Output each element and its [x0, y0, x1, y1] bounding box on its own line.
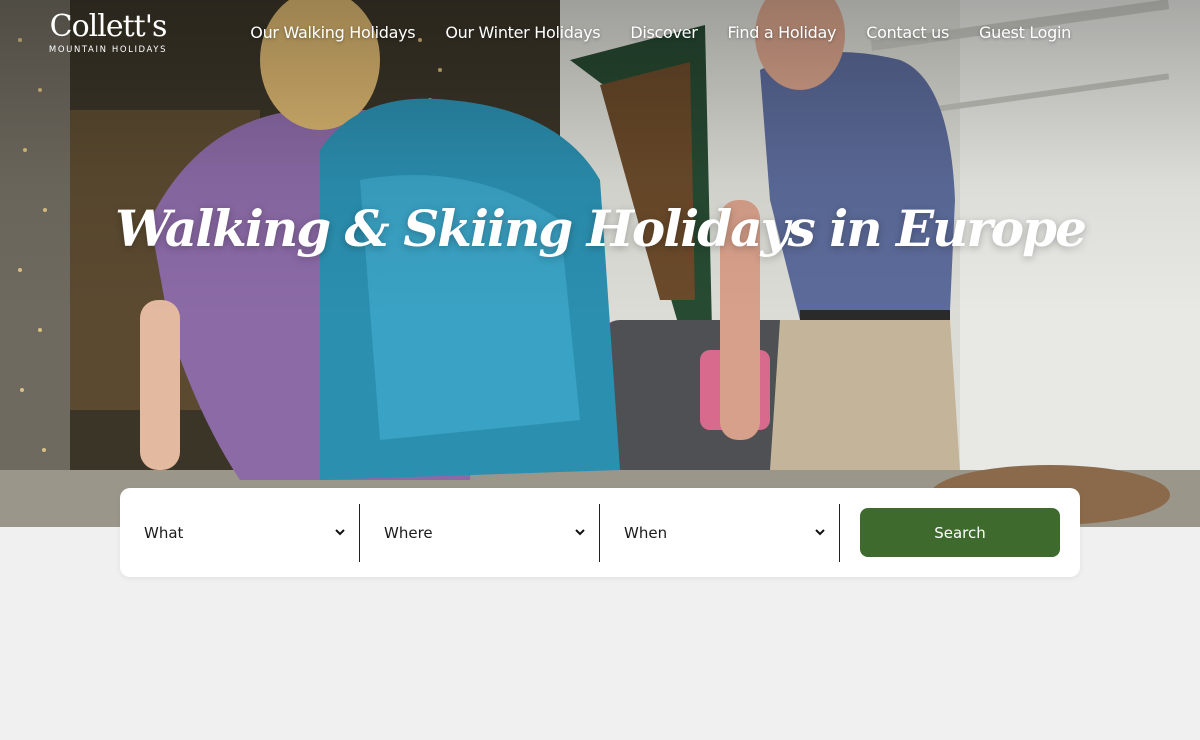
what-select[interactable]: What [120, 503, 360, 562]
nav-contact-us[interactable]: Contact us [866, 23, 949, 43]
hero-overlay [0, 0, 1200, 527]
when-select[interactable]: When [600, 503, 840, 562]
chevron-down-icon [335, 528, 345, 538]
nav-find-a-holiday[interactable]: Find a Holiday [728, 23, 837, 43]
logo-wordmark: Collett's [49, 9, 168, 44]
holiday-search-bar: What Where When Search [120, 488, 1080, 577]
nav-discover[interactable]: Discover [630, 23, 697, 43]
nav-guest-login[interactable]: Guest Login [979, 23, 1071, 43]
when-select-label: When [624, 523, 668, 542]
what-select-label: What [144, 523, 184, 542]
hero-banner: Collett's MOUNTAIN HOLIDAYS Our Walking … [0, 0, 1200, 527]
nav-our-winter-holidays[interactable]: Our Winter Holidays [445, 23, 600, 43]
where-select[interactable]: Where [360, 503, 600, 562]
logo-tagline: MOUNTAIN HOLIDAYS [48, 45, 168, 55]
where-select-label: Where [384, 523, 433, 542]
chevron-down-icon [815, 528, 825, 538]
nav-our-walking-holidays[interactable]: Our Walking Holidays [250, 23, 415, 43]
main-nav: Our Walking Holidays Our Winter Holidays… [250, 23, 1071, 43]
brand-logo[interactable]: Collett's MOUNTAIN HOLIDAYS [46, 9, 170, 56]
chevron-down-icon [575, 528, 585, 538]
search-button[interactable]: Search [860, 508, 1060, 557]
hero-headline: Walking & Skiing Holidays in Europe [115, 199, 1087, 258]
